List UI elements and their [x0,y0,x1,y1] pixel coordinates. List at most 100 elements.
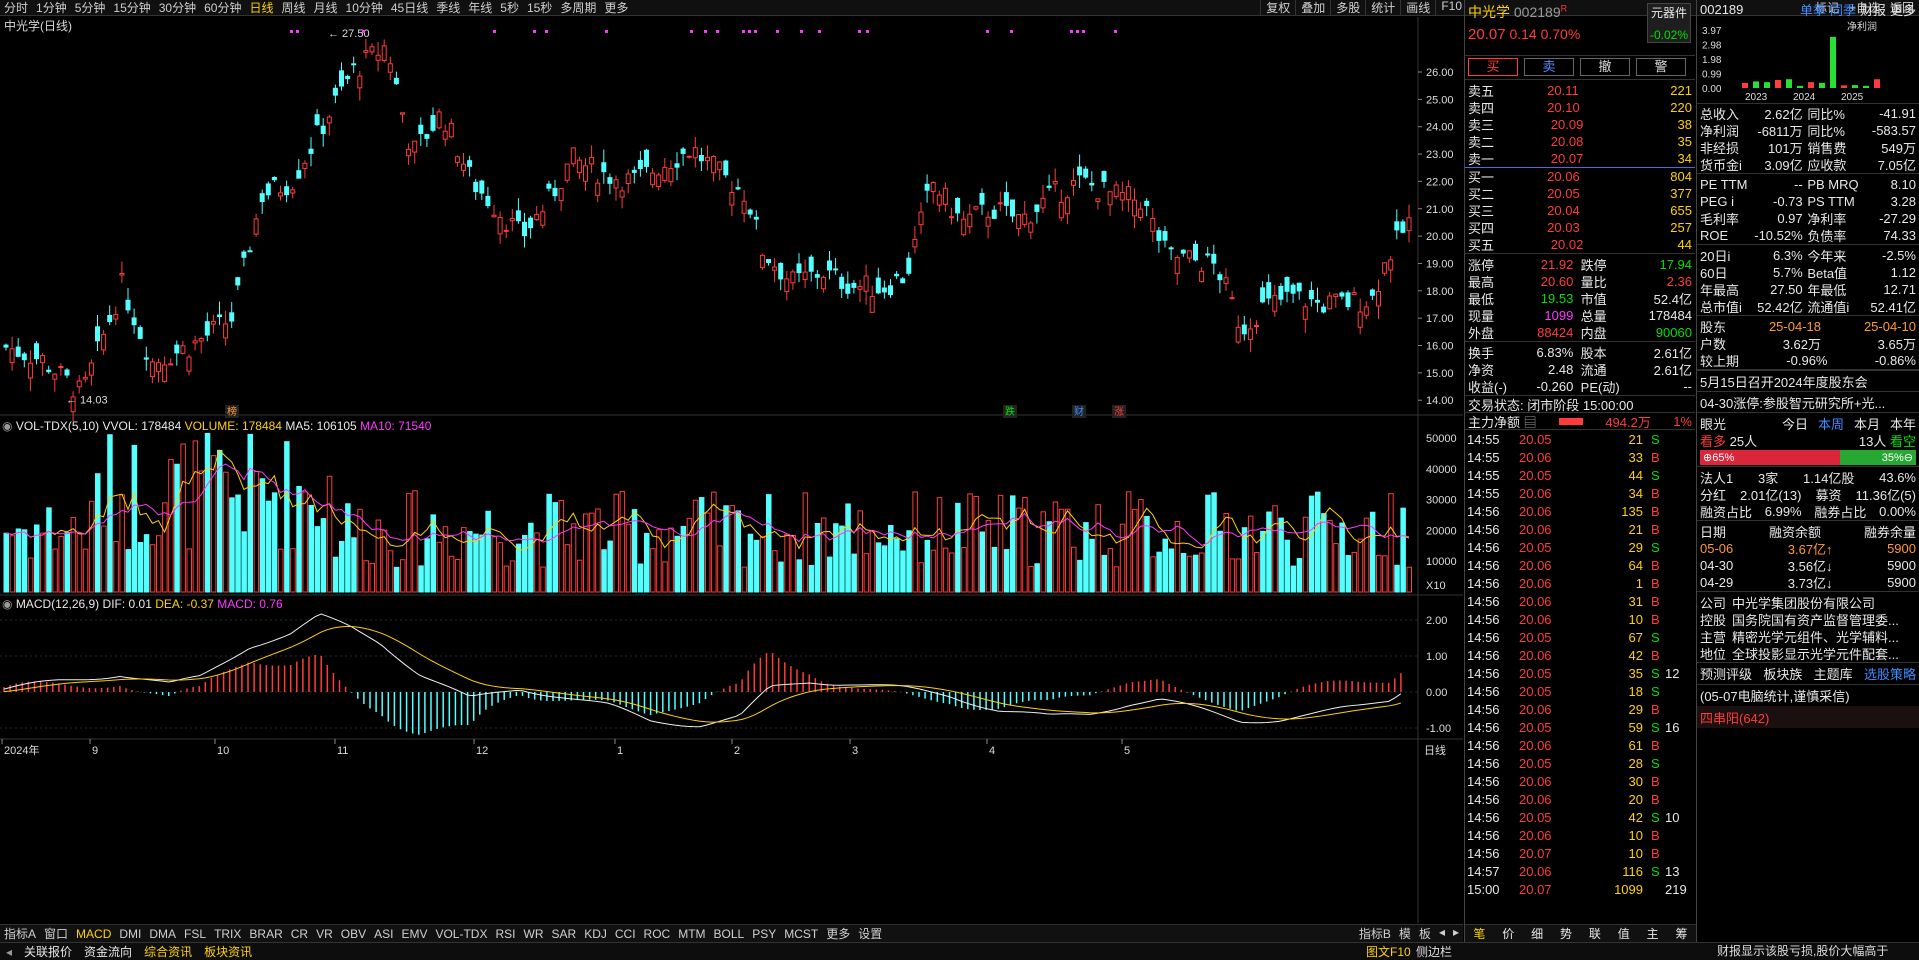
indicator-tab-right-1[interactable]: 模 [1395,925,1415,942]
status-item-3[interactable]: 板块资讯 [198,943,258,960]
tool-5[interactable]: F10 [1435,0,1467,16]
indicator-tab-13[interactable]: VOL-TDX [431,927,491,941]
indicator-tab-3[interactable]: DMI [115,927,145,941]
eye-tab-1[interactable]: 本周 [1818,414,1844,433]
trade-button-0[interactable]: 买 [1468,58,1518,76]
indicator-tab-20[interactable]: MTM [674,927,709,941]
indicator-tab-7[interactable]: BRAR [245,927,286,941]
period-10[interactable]: 45日线 [387,0,432,16]
tabs-next-icon[interactable]: ▸ [1449,925,1463,942]
indicator-tab-1[interactable]: 窗口 [40,925,72,942]
fin-bar[interactable] [1753,81,1759,88]
news-item-0[interactable]: 5月15日召开2024年度股东会 [1697,370,1919,391]
indicator-tab-9[interactable]: VR [312,927,337,941]
period-5[interactable]: 60分钟 [200,0,245,16]
indicator-tab-2[interactable]: MACD [72,927,115,941]
fin-bar[interactable] [1808,82,1814,88]
tick-tab-0[interactable]: 笔 [1465,925,1494,942]
tool-0[interactable]: 复权 [1260,0,1295,16]
indicator-tab-23[interactable]: MCST [780,927,822,941]
indicator-tab-10[interactable]: OBV [337,927,370,941]
period-9[interactable]: 10分钟 [342,0,387,16]
fin-chart[interactable]: 3.97 2.98 1.98 0.99 0.00 净利润 2023 2024 2025 [1697,18,1919,104]
bottom-ticker[interactable]: 财报显示该股亏损,股价大幅高于 [1697,942,1919,960]
tool-3[interactable]: 统计 [1365,0,1400,16]
statusbar-f10[interactable]: 图文F10 [1360,943,1417,960]
tick-tab-4[interactable]: 联 [1581,925,1610,942]
holders-date-1[interactable]: 25-04-18 [1769,319,1821,334]
period-2[interactable]: 5分钟 [71,0,110,16]
f10-tab-0[interactable]: 单季 [1800,0,1826,19]
trade-button-2[interactable]: 撤 [1580,58,1630,76]
period-4[interactable]: 30分钟 [155,0,200,16]
tick-tab-2[interactable]: 细 [1523,925,1552,942]
macd-indicator-name[interactable]: MACD(12,26,9) [16,597,99,611]
indicator-tab-12[interactable]: EMV [397,927,431,941]
period-1[interactable]: 1分钟 [32,0,71,16]
statusbar-arrow-icon[interactable]: ◂ [0,945,18,959]
indicator-tab-16[interactable]: SAR [548,927,581,941]
vol-indicator-name[interactable]: VOL-TDX(5,10) [16,419,99,433]
period-12[interactable]: 年线 [464,0,496,16]
tick-tab-1[interactable]: 价 [1494,925,1523,942]
f10-tab-2[interactable]: 财报 [1860,0,1886,19]
indicator-tab-0[interactable]: 指标A [0,925,40,942]
link-2[interactable]: 主题库 [1814,664,1853,683]
tick-tab-5[interactable]: 值 [1609,925,1638,942]
tick-tab-7[interactable]: 筹 [1667,925,1696,942]
indicator-tab-21[interactable]: BOLL [710,927,749,941]
indicator-tab-25[interactable]: 设置 [854,925,886,942]
tool-1[interactable]: 叠加 [1295,0,1330,16]
indicator-tab-8[interactable]: CR [287,927,312,941]
indicator-tab-4[interactable]: DMA [145,927,180,941]
link-3[interactable]: 选股策略 [1864,664,1916,683]
eye-tab-0[interactable]: 今日 [1782,414,1808,433]
indicator-tab-6[interactable]: TRIX [210,927,245,941]
period-6[interactable]: 日线 [245,0,277,16]
main-flow-icon[interactable]: ▤ [1524,415,1537,430]
tabs-prev-icon[interactable]: ◂ [1435,925,1449,942]
tick-tab-3[interactable]: 势 [1552,925,1581,942]
period-15[interactable]: 多周期 [556,0,600,16]
period-13[interactable]: 5秒 [496,0,523,16]
period-3[interactable]: 15分钟 [109,0,154,16]
fin-bar[interactable] [1874,79,1880,88]
indicator-tab-11[interactable]: ASI [370,927,397,941]
indicator-tab-22[interactable]: PSY [748,927,780,941]
status-item-1[interactable]: 资金流向 [78,943,138,960]
indicator-tab-17[interactable]: KDJ [580,927,611,941]
indicator-tab-right-2[interactable]: 板 [1415,925,1435,942]
period-8[interactable]: 月线 [310,0,342,16]
tool-4[interactable]: 画线 [1400,0,1435,16]
news-item-1[interactable]: 04-30涨停:参股智元研究所+光... [1697,391,1919,412]
trade-button-1[interactable]: 卖 [1524,58,1574,76]
kline-chart-area[interactable]: 26.00 25.00 24.00 23.00 22.00 21.00 20.00 19.00… [0,17,1463,942]
scroll-news[interactable]: 四串阳(642) [1697,706,1919,728]
statusbar-sidebar[interactable]: 侧边栏 [1410,943,1458,960]
period-0[interactable]: 分时 [0,0,32,16]
sector-box[interactable]: 元器件 -0.02% [1647,3,1691,43]
f10-tab-1[interactable]: 同季 [1830,0,1856,19]
indicator-tab-18[interactable]: CCI [611,927,640,941]
period-16[interactable]: 更多 [600,0,632,16]
fin-bar[interactable] [1819,82,1825,88]
indicator-tab-15[interactable]: WR [520,927,548,941]
status-item-0[interactable]: 关联报价 [18,943,78,960]
fin-bar[interactable] [1742,82,1748,88]
fin-bar[interactable] [1764,82,1770,88]
indicator-tab-14[interactable]: RSI [491,927,519,941]
fin-bar[interactable] [1797,85,1803,88]
fin-bar[interactable] [1852,85,1858,88]
link-0[interactable]: 预测评级 [1700,664,1752,683]
period-7[interactable]: 周线 [277,0,309,16]
fin-bar[interactable] [1863,85,1869,88]
indicator-tab-5[interactable]: FSL [180,927,210,941]
status-item-2[interactable]: 综合资讯 [138,943,198,960]
tick-list[interactable]: 14:55 20.05 21 S 14:55 20.06 33 B 14:55 20.05 44 S 1… [1465,429,1695,898]
holders-date-2[interactable]: 25-04-10 [1864,319,1916,334]
chart-canvas[interactable]: 26.0025.0024.0023.0022.0021.0020.0019.00… [0,17,1463,942]
tool-2[interactable]: 多股 [1330,0,1365,16]
period-11[interactable]: 季线 [432,0,464,16]
fin-bar[interactable] [1841,85,1847,88]
f10-tab-3[interactable]: 更多 [1890,0,1916,19]
